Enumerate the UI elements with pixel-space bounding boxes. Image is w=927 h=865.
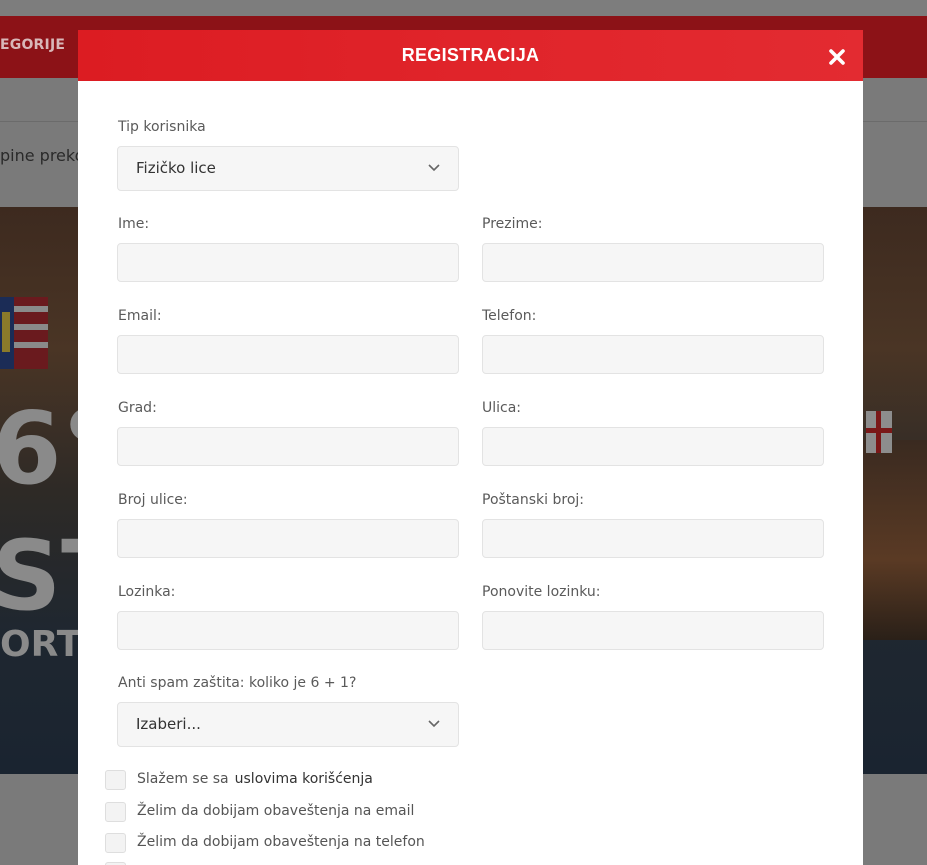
email-notifications-label: Želim da dobijam obaveštenja na email	[137, 803, 415, 819]
city-label: Grad:	[118, 400, 157, 416]
postal-code-field[interactable]	[482, 519, 824, 558]
first-name-label: Ime:	[118, 216, 150, 232]
password-repeat-label: Ponovite lozinku:	[482, 584, 601, 600]
banner-ship-flag-cross	[866, 428, 892, 433]
password-field[interactable]	[117, 611, 459, 650]
anti-spam-value: Izaberi...	[136, 715, 201, 733]
phone-label: Telefon:	[482, 308, 537, 324]
street-label: Ulica:	[482, 400, 522, 416]
last-name-field[interactable]	[482, 243, 824, 282]
street-number-label: Broj ulice:	[118, 492, 188, 508]
email-label: Email:	[118, 308, 162, 324]
close-icon[interactable]	[827, 47, 847, 67]
chevron-down-icon	[428, 164, 440, 172]
phone-field[interactable]	[482, 335, 824, 374]
user-type-select[interactable]: Fizičko lice	[117, 146, 459, 191]
street-number-field[interactable]	[117, 519, 459, 558]
modal-header: REGISTRACIJA	[78, 30, 863, 81]
anti-spam-select[interactable]: Izaberi...	[117, 702, 459, 747]
terms-prefix: Slažem se sa	[137, 771, 229, 787]
phone-notifications-label: Želim da dobijam obaveštenja na telefon	[137, 834, 425, 850]
banner-flag-yellow	[2, 312, 10, 352]
user-type-value: Fizičko lice	[136, 159, 216, 177]
background-intro-text: pine preko	[0, 146, 85, 165]
background-nav-categories: EGORIJE	[0, 37, 66, 53]
email-field[interactable]	[117, 335, 459, 374]
last-name-label: Prezime:	[482, 216, 543, 232]
user-type-label: Tip korisnika	[118, 119, 206, 135]
terms-label: Slažem se sa uslovima korišćenja	[137, 771, 373, 787]
email-notifications-checkbox[interactable]	[105, 802, 126, 822]
background-topbar	[0, 0, 927, 16]
postal-code-label: Poštanski broj:	[482, 492, 584, 508]
banner-ship	[862, 440, 927, 640]
password-repeat-field[interactable]	[482, 611, 824, 650]
street-field[interactable]	[482, 427, 824, 466]
banner-flag-stripe	[14, 306, 48, 312]
phone-notifications-checkbox[interactable]	[105, 833, 126, 853]
password-label: Lozinka:	[118, 584, 176, 600]
chevron-down-icon	[428, 720, 440, 728]
banner-flag-stripe	[14, 324, 48, 330]
terms-checkbox[interactable]	[105, 770, 126, 790]
modal-title: REGISTRACIJA	[401, 45, 540, 65]
city-field[interactable]	[117, 427, 459, 466]
registration-modal: REGISTRACIJA Tip korisnika Fizičko lice …	[78, 30, 863, 865]
first-name-field[interactable]	[117, 243, 459, 282]
banner-flag-stripe	[14, 342, 48, 348]
anti-spam-label: Anti spam zaštita: koliko je 6 + 1?	[118, 675, 357, 691]
terms-link[interactable]: uslovima korišćenja	[235, 771, 373, 787]
